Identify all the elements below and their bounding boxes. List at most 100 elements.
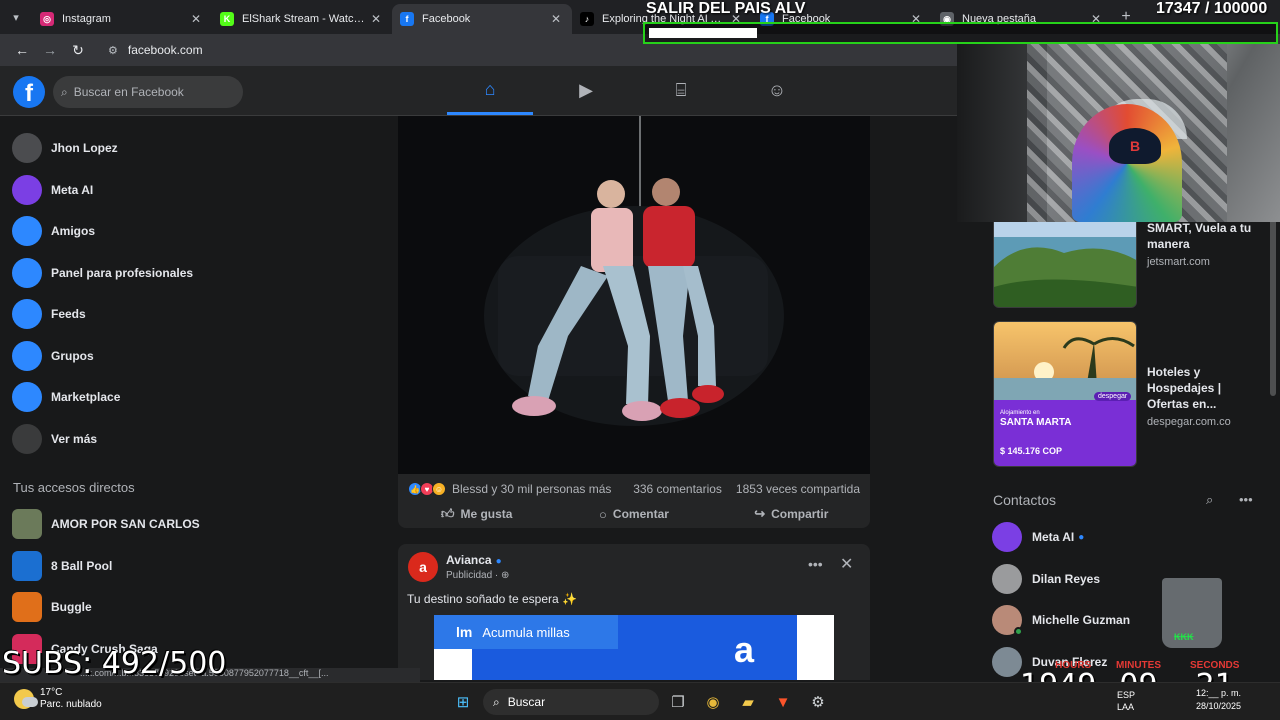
contact-avatar — [992, 563, 1022, 594]
facebook-logo-icon[interactable]: f — [13, 76, 45, 108]
marketplace-tab-icon[interactable]: ⌸ — [638, 66, 724, 115]
reload-icon[interactable]: ↻ — [64, 42, 92, 59]
ad-image[interactable]: lm Acumula millas a — [434, 615, 834, 680]
site-info-icon[interactable]: ⚙ — [108, 44, 118, 57]
dashboard-icon — [12, 257, 42, 288]
jetsmart-ad-text[interactable]: SMART, Vuela a tu manera jetsmart.com — [1147, 220, 1262, 270]
contact-item[interactable]: Dilan Reyes — [992, 562, 1100, 596]
close-tab-icon[interactable]: ✕ — [368, 12, 384, 26]
coast-photo — [994, 217, 1136, 307]
sidebar-item[interactable]: Panel para profesionales — [12, 253, 193, 293]
despegar-ad-text[interactable]: Hoteles y Hospedajes | Ofertas en... des… — [1147, 364, 1262, 430]
weather-widget[interactable]: 17°C Parc. nublado — [14, 687, 102, 711]
webcam-overlay: B — [957, 44, 1280, 222]
taskbar-search[interactable]: ⌕ Buscar — [483, 689, 659, 715]
facebook-icon: f — [400, 12, 414, 26]
sidebar-item-label: Amigos — [51, 224, 96, 238]
reels-tab-icon[interactable]: ▶ — [543, 66, 629, 115]
feeds-icon — [12, 299, 42, 329]
goal-counter: 17347 / 100000 — [1156, 0, 1268, 17]
sidebar-item[interactable]: Meta AI — [12, 170, 93, 210]
feed-post: 👍 ♥ ☺ Blessd y 30 mil personas más 336 c… — [398, 116, 870, 528]
clock-time: 12:__ p. m. — [1196, 688, 1242, 698]
contact-avatar — [992, 522, 1022, 552]
reactions-text[interactable]: Blessd y 30 mil personas más — [452, 482, 611, 496]
meta-ai-icon — [12, 174, 42, 205]
comments-count[interactable]: 336 comentarios — [633, 482, 722, 496]
ad-image-border — [434, 649, 472, 680]
profile-tab-icon[interactable]: ☺ — [734, 66, 820, 115]
contact-avatar — [992, 646, 1022, 677]
like-button[interactable]: 👍︎ Me gusta — [398, 502, 555, 526]
sidebar-item-label: Jhon Lopez — [51, 141, 118, 155]
post-photo[interactable] — [398, 116, 870, 474]
system-clock[interactable]: 12:__ p. m. 28/10/2025 — [1196, 687, 1241, 713]
url-omnibox[interactable]: ⚙ facebook.com — [98, 37, 698, 63]
tab-search-icon[interactable]: ▾ — [0, 0, 32, 34]
close-tab-icon[interactable]: ✕ — [188, 12, 204, 26]
browser-tab[interactable]: ◎ Instagram ✕ — [32, 4, 212, 34]
settings-gear-icon[interactable]: ⚙ — [805, 689, 831, 715]
sidebar-item-label: Meta AI — [51, 182, 94, 197]
contacts-search-icon[interactable]: ⌕ — [1206, 492, 1213, 508]
despegar-ad-image[interactable]: Alojamiento en SANTA MARTA $ 145.176 COP… — [993, 321, 1137, 467]
tab-title: ElShark Stream - Watch Live — [242, 13, 368, 25]
sidebar-item[interactable]: Amigos — [12, 211, 95, 251]
advertiser-name-row: Avianca ● — [446, 553, 502, 567]
home-tab-icon[interactable]: ⌂ — [447, 66, 533, 115]
ad-caption: Tu destino soñado te espera ✨ — [407, 592, 577, 606]
comment-button[interactable]: ○ Comentar — [555, 502, 712, 526]
sidebar-item[interactable]: Marketplace — [12, 377, 120, 417]
clock-date: 28/10/2025 — [1196, 701, 1242, 711]
language-indicator[interactable]: ESP LAA — [1117, 689, 1135, 713]
facebook-search-input[interactable]: ⌕ Buscar en Facebook — [53, 76, 243, 108]
forward-arrow-icon[interactable]: → — [36, 42, 64, 58]
sidebar-item-label: Panel para profesionales — [51, 265, 194, 280]
globe-icon: ⊕ — [501, 570, 510, 581]
browser-tab[interactable]: K ElShark Stream - Watch Live✕ — [212, 4, 392, 34]
sidebar-item[interactable]: Grupos — [12, 336, 94, 376]
close-icon[interactable]: ✕ — [840, 554, 853, 574]
sidebar-item-label: Grupos — [51, 348, 94, 363]
close-tab-icon[interactable]: ✕ — [548, 12, 564, 26]
file-explorer-icon[interactable]: ▰ — [735, 689, 761, 715]
advertiser-avatar[interactable]: a — [408, 552, 438, 582]
contact-item[interactable]: Michelle Guzman — [992, 603, 1130, 637]
task-view-icon[interactable]: ❐ — [665, 689, 691, 715]
chrome-taskbar-icon[interactable]: ◉ — [700, 689, 726, 715]
shortcut-label: 8 Ball Pool — [51, 558, 113, 573]
profile-avatar — [12, 133, 42, 163]
marketplace-icon — [12, 382, 42, 412]
share-button[interactable]: ↪ Compartir — [713, 502, 870, 526]
sidebar-item[interactable]: Ver más — [12, 419, 97, 459]
thumbs-up-icon: 👍︎ — [440, 506, 455, 521]
browser-tab[interactable]: f Facebook ✕ — [392, 4, 572, 34]
windows-start-icon[interactable]: ⊞ — [450, 689, 476, 715]
sidebar-item[interactable]: Feeds — [12, 294, 86, 334]
back-arrow-icon[interactable]: ← — [8, 42, 36, 58]
despegar-ad-title: Hoteles y Hospedajes | Ofertas en... — [1147, 365, 1222, 411]
despegar-place: SANTA MARTA — [1000, 417, 1072, 428]
sponsored-post: a Avianca ● Publicidad · ⊕ ••• ✕ Tu desti… — [398, 544, 870, 680]
group-avatar — [12, 509, 42, 539]
goal-progress-bar — [643, 22, 1278, 44]
jetsmart-ad-image[interactable] — [993, 216, 1137, 308]
taskbar-search-label: Buscar — [507, 695, 546, 709]
shortcut-item[interactable]: AMOR POR SAN CARLOS — [12, 504, 200, 544]
shortcut-item[interactable]: 8 Ball Pool — [12, 546, 112, 586]
advertiser-name[interactable]: Avianca — [446, 553, 492, 567]
contact-name: Dilan Reyes — [1032, 571, 1101, 586]
shares-count[interactable]: 1853 veces compartida — [736, 482, 860, 496]
brave-browser-icon[interactable]: ▼ — [770, 689, 796, 715]
share-label: Compartir — [771, 507, 829, 521]
shortcut-label: Buggle — [51, 600, 92, 614]
contacts-title: Contactos — [993, 492, 1057, 508]
sponsored-text: Publicidad · — [446, 570, 499, 581]
contacts-more-icon[interactable]: ••• — [1239, 492, 1253, 507]
shortcut-item[interactable]: Buggle — [12, 587, 92, 627]
sidebar-item[interactable]: Jhon Lopez — [12, 128, 118, 168]
more-options-icon[interactable]: ••• — [808, 556, 823, 572]
contact-item[interactable]: Meta AI ● — [992, 520, 1084, 554]
comment-bubble-icon: ○ — [599, 506, 607, 522]
friends-icon — [12, 216, 42, 246]
